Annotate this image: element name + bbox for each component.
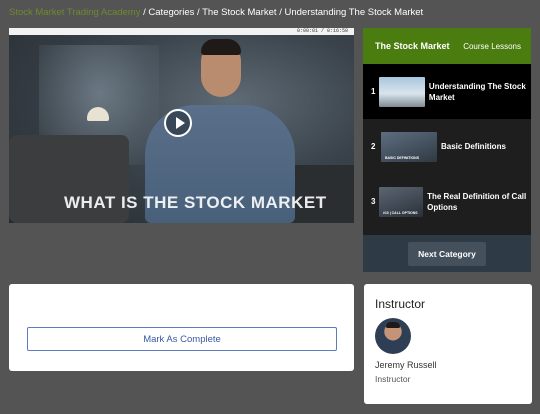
lessons-panel-footer: Next Category <box>363 235 531 272</box>
breadcrumb-home-link[interactable]: Stock Market Trading Academy <box>9 7 140 18</box>
lesson-label: Basic Definitions <box>441 142 506 151</box>
lesson-label: Understanding The Stock Market <box>428 81 526 102</box>
instructor-card: Instructor Jeremy Russell Instructor <box>364 284 532 404</box>
video-presenter-hair <box>201 39 241 55</box>
video-time: 0:00:01 / 0:16:50 <box>296 28 348 34</box>
breadcrumb-category-link[interactable]: The Stock Market <box>202 7 276 18</box>
breadcrumb-categories-link[interactable]: Categories <box>148 7 194 18</box>
lesson-thumbnail <box>379 76 425 107</box>
breadcrumb-separator: / <box>194 7 203 18</box>
avatar <box>375 318 411 354</box>
lesson-item-3[interactable]: 3 #10 | CALL OPTIONS The Real Definition… <box>363 174 531 229</box>
video-progress-bar[interactable]: 0:00:01 / 0:16:50 <box>9 28 354 35</box>
mark-complete-button[interactable]: Mark As Complete <box>27 327 337 351</box>
play-icon[interactable] <box>164 109 192 137</box>
lesson-item-1[interactable]: 1 Understanding The Stock Market <box>363 64 531 119</box>
complete-card: Mark As Complete <box>9 284 354 371</box>
instructor-heading: Instructor <box>375 297 426 311</box>
lesson-thumbnail-caption: BASIC DEFINITIONS <box>385 155 420 160</box>
lesson-thumbnail: BASIC DEFINITIONS <box>381 131 437 162</box>
lesson-number: 1 <box>371 87 376 96</box>
video-player[interactable]: 0:00:01 / 0:16:50 WHAT IS THE STOCK MARK… <box>9 28 354 223</box>
breadcrumb: Stock Market Trading Academy / Categorie… <box>9 7 423 18</box>
instructor-name: Jeremy Russell <box>375 360 437 370</box>
breadcrumb-current-lesson: Understanding The Stock Market <box>284 7 424 18</box>
lessons-panel: The Stock Market Course Lessons 1 Unders… <box>363 28 531 272</box>
lesson-number: 2 <box>371 142 376 151</box>
lessons-panel-subtitle: Course Lessons <box>463 41 521 51</box>
lesson-number: 3 <box>371 197 376 206</box>
lesson-thumbnail: #10 | CALL OPTIONS <box>378 186 424 217</box>
instructor-role: Instructor <box>375 374 411 384</box>
video-title-overlay: WHAT IS THE STOCK MARKET <box>64 193 327 212</box>
lesson-label: The Real Definition of Call Options <box>427 191 527 212</box>
next-category-button[interactable]: Next Category <box>408 241 486 266</box>
lessons-panel-title: The Stock Market <box>375 41 450 51</box>
lesson-thumbnail-caption: #10 | CALL OPTIONS <box>382 210 418 215</box>
lessons-panel-header: The Stock Market Course Lessons <box>363 28 531 64</box>
lesson-item-2[interactable]: 2 BASIC DEFINITIONS Basic Definitions <box>363 119 531 174</box>
